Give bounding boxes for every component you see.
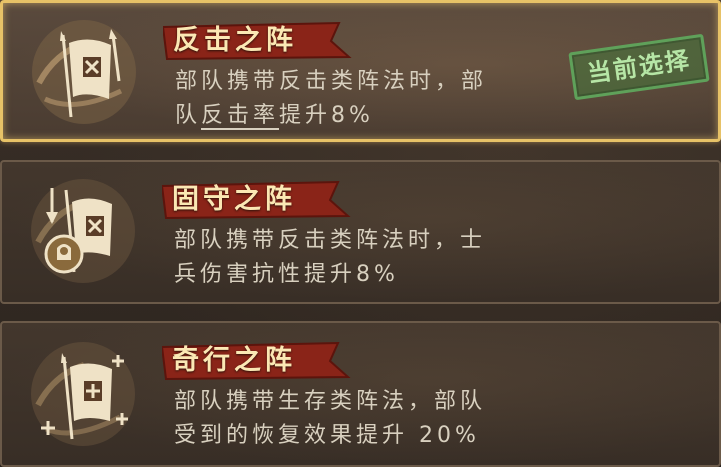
desc-prefix: 队 bbox=[175, 103, 202, 128]
formation-card-counterattack[interactable]: 反击之阵 部队携带反击类阵法时，部 队反击率提升8% 当前选择 bbox=[0, 0, 721, 142]
formation-card-healing[interactable]: 奇行之阵 部队携带生存类阵法，部队 受到的恢复效果提升 20% bbox=[0, 321, 721, 467]
description-line-1: 部队携带生存类阵法，部队 bbox=[174, 389, 487, 414]
counter-rate-keyword[interactable]: 反击率 bbox=[201, 103, 280, 130]
current-selection-label: 当前选择 bbox=[585, 45, 693, 89]
healing-banner-icon bbox=[31, 342, 135, 446]
defense-banner-icon bbox=[31, 179, 135, 283]
formation-description: 部队携带反击类阵法时，士 兵伤害抗性提升8% bbox=[174, 224, 574, 292]
current-selection-badge: 当前选择 bbox=[568, 33, 710, 101]
formation-title: 固守之阵 bbox=[172, 184, 296, 215]
formation-card-defense[interactable]: 固守之阵 部队携带反击类阵法时，士 兵伤害抗性提升8% bbox=[0, 160, 721, 304]
formation-title: 奇行之阵 bbox=[172, 345, 296, 376]
formation-description: 部队携带反击类阵法时，部 队反击率提升8% bbox=[175, 65, 575, 133]
description-line-2: 队反击率提升8% bbox=[175, 99, 575, 133]
formation-title-ribbon: 奇行之阵 bbox=[162, 341, 352, 381]
formation-title-ribbon: 反击之阵 bbox=[163, 21, 353, 61]
description-line-1: 部队携带反击类阵法时，部 bbox=[175, 69, 488, 94]
formation-title: 反击之阵 bbox=[173, 25, 297, 56]
description-line-1: 部队携带反击类阵法时，士 bbox=[174, 228, 487, 253]
description-line-2: 受到的恢复效果提升 20% bbox=[174, 423, 480, 448]
description-line-2: 兵伤害抗性提升8% bbox=[174, 262, 399, 287]
counterattack-banner-icon bbox=[32, 20, 136, 124]
desc-suffix: 提升8% bbox=[279, 103, 374, 128]
formation-selection-panel: 反击之阵 部队携带反击类阵法时，部 队反击率提升8% 当前选择 固守之阵 部队携… bbox=[0, 0, 721, 467]
formation-description: 部队携带生存类阵法，部队 受到的恢复效果提升 20% bbox=[174, 385, 574, 453]
formation-title-ribbon: 固守之阵 bbox=[162, 180, 352, 220]
